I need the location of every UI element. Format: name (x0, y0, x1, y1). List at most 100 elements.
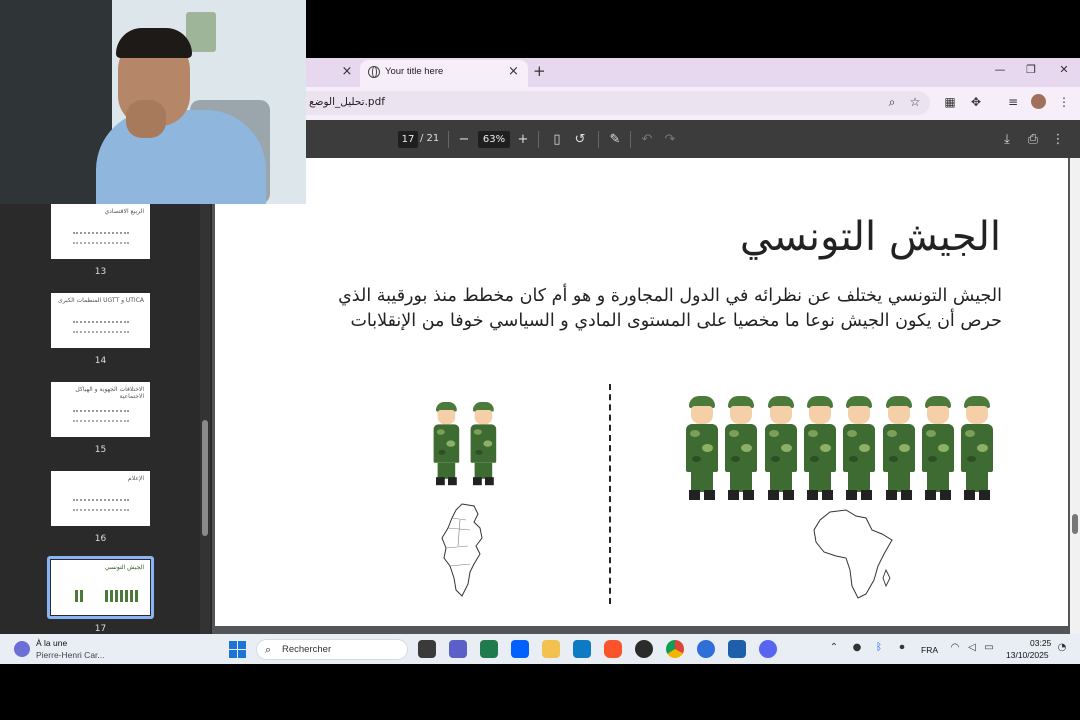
soldier-camo3 (475, 450, 483, 455)
tab-title: Your title here (385, 66, 444, 77)
app-icon[interactable] (635, 640, 653, 658)
person-hand (126, 100, 166, 138)
restore-button[interactable]: ❐ (1021, 63, 1041, 76)
app-icon[interactable] (480, 640, 498, 658)
toolbar-divider (448, 131, 449, 148)
toolbar-divider (538, 131, 539, 148)
soldier-boots (728, 490, 755, 500)
scroll-thumb[interactable] (202, 420, 208, 536)
close-window-button[interactable]: ✕ (1054, 63, 1074, 76)
dashed-divider (609, 384, 611, 604)
windows-logo-quadrant (238, 641, 246, 649)
clock-time[interactable]: 03:25 (1030, 638, 1051, 648)
thumbnail-title: UTICA و UGTT المنظمات الكبرى (58, 297, 144, 304)
zoom-out-button[interactable]: − (455, 131, 473, 148)
soldier-legs (926, 472, 949, 492)
media-icon[interactable]: ≡ (1005, 95, 1021, 109)
soldier-boots (767, 490, 794, 500)
tray-app-icon[interactable]: ● (850, 642, 864, 653)
soldier-camo2 (937, 444, 949, 452)
search-icon: ⌕ (265, 643, 272, 656)
chrome-icon[interactable] (666, 640, 684, 658)
soldier-illustration (763, 396, 799, 504)
soldier-boots (964, 490, 991, 500)
rotate-icon[interactable]: ↺ (571, 131, 589, 148)
tray-overflow-chevron-icon[interactable]: ⌃ (827, 642, 841, 653)
microphone-icon[interactable]: ⏺ (895, 642, 909, 653)
toolbar-divider (630, 131, 631, 148)
soldier-boots (473, 477, 494, 486)
dropbox-icon[interactable] (511, 640, 529, 658)
page-number-input[interactable]: 17 (398, 131, 418, 148)
soldier-camo3 (770, 456, 780, 462)
soldier-illustration (959, 396, 995, 504)
notifications-icon[interactable]: ◔ (1055, 642, 1069, 653)
zoom-in-button[interactable]: + (514, 131, 532, 148)
bookmark-star-icon[interactable]: ☆ (907, 95, 923, 109)
download-icon[interactable]: ⤓ (998, 131, 1016, 148)
windows-logo-quadrant (229, 641, 237, 649)
soldier-camo1 (768, 430, 779, 437)
page-thumbnail[interactable]: UTICA و UGTT المنظمات الكبرى (51, 293, 150, 348)
search-placeholder: Rechercher (282, 644, 332, 655)
scroll-thumb[interactable] (1072, 514, 1078, 534)
soldier-camo2 (483, 440, 493, 447)
taskbar-search[interactable]: ⌕ Rechercher (256, 639, 408, 660)
soldier-camo2 (446, 440, 456, 447)
teams-icon[interactable] (449, 640, 467, 658)
close-tab-icon[interactable]: × (508, 64, 519, 79)
soldier-illustration (684, 396, 720, 504)
clock-date[interactable]: 13/10/2025 (1006, 650, 1049, 660)
discord-icon[interactable] (759, 640, 777, 658)
zoom-level-input[interactable]: 63% (478, 131, 510, 148)
app-icon[interactable] (697, 640, 715, 658)
qr-icon[interactable]: ▦ (942, 95, 958, 109)
close-tab-icon[interactable]: × (340, 64, 354, 80)
active-tab[interactable]: Your title here × (360, 60, 528, 87)
more-options-icon[interactable]: ⋮ (1049, 131, 1067, 148)
page-thumbnail[interactable]: الإعلام (51, 471, 150, 526)
soldier-legs (730, 472, 753, 492)
page-thumbnail-active[interactable]: الجيش التونسي (51, 560, 150, 615)
zoom-icon[interactable]: ⌕ (884, 95, 900, 110)
undo-icon[interactable]: ↶ (638, 131, 656, 148)
volume-icon[interactable]: ◁ (965, 642, 979, 653)
soldier-boots (689, 490, 715, 500)
print-icon[interactable]: ⎙ (1024, 131, 1042, 148)
page-thumbnail[interactable]: الربيع الاقتصادي (51, 204, 150, 259)
page-thumbnail[interactable]: الاختلافات الجهوية و الهياكل الاجتماعية (51, 382, 150, 437)
menu-kebab-icon[interactable]: ⋮ (1056, 95, 1072, 109)
extensions-icon[interactable]: ✥ (968, 95, 984, 109)
bluetooth-icon[interactable]: ᛒ (872, 642, 886, 653)
page-total: / 21 (420, 133, 440, 144)
tunisia-map-illustration (441, 503, 483, 597)
minimize-button[interactable]: — (990, 63, 1010, 76)
url-text[interactable]: تحليل_الوضع.pdf (309, 96, 385, 108)
africa-map-illustration (813, 509, 893, 599)
widget-subline[interactable]: Pierre-Henri Car... (36, 650, 105, 660)
soldier-camo1 (807, 430, 818, 437)
profile-avatar[interactable] (1031, 94, 1046, 109)
fit-page-icon[interactable]: ▯ (548, 131, 566, 148)
thumbnail-number: 16 (94, 534, 107, 544)
battery-icon[interactable]: ▭ (982, 642, 996, 653)
language-indicator[interactable]: FRA (921, 645, 938, 655)
sidebar-scrollbar[interactable] (200, 204, 210, 634)
thumbnail-number: 15 (94, 445, 107, 455)
widget-headline[interactable]: À la une (36, 638, 67, 648)
soldier-legs (808, 472, 831, 492)
task-view-icon[interactable] (418, 640, 436, 658)
news-widget-icon[interactable] (14, 641, 30, 657)
annotate-pen-icon[interactable]: ✎ (606, 131, 624, 148)
document-scrollbar[interactable] (1070, 158, 1080, 634)
app-icon[interactable] (728, 640, 746, 658)
soldier-camo1 (473, 429, 482, 435)
wifi-icon[interactable]: ◠ (948, 642, 962, 653)
brave-icon[interactable] (604, 640, 622, 658)
file-explorer-icon[interactable] (542, 640, 560, 658)
new-tab-button[interactable]: + (533, 62, 546, 80)
remote-desktop-icon[interactable] (573, 640, 591, 658)
address-bar[interactable]: تحليل_الوضع.pdf (306, 91, 930, 115)
start-button[interactable] (229, 641, 246, 658)
redo-icon[interactable]: ↷ (661, 131, 679, 148)
